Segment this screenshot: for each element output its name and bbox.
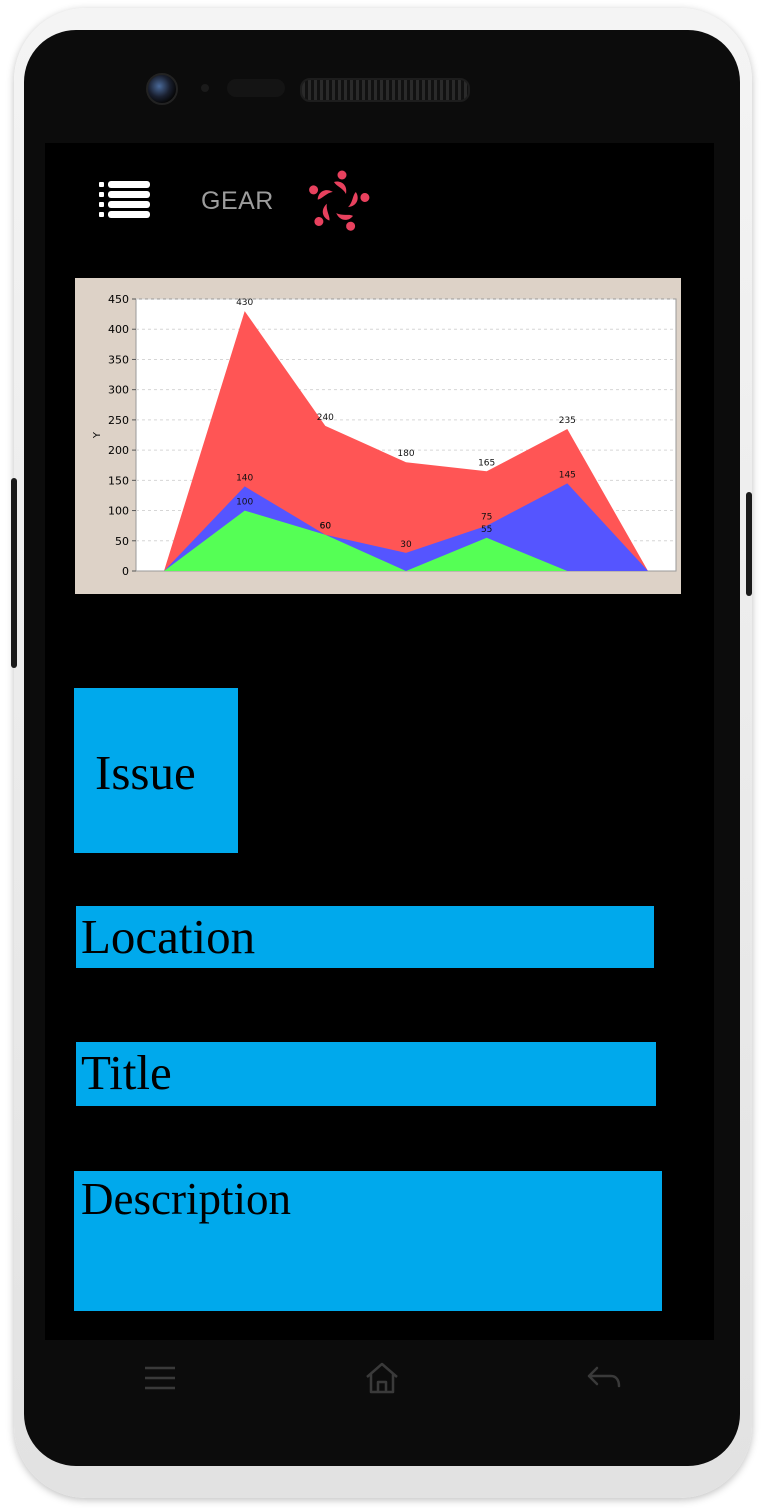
description-field[interactable]: Description — [74, 1171, 662, 1311]
power-button — [746, 492, 752, 596]
title-field[interactable]: Title — [76, 1042, 656, 1106]
area-chart-svg: 0 50 100 150 200 250 300 350 400 450 Y 430 240 180 165… — [92, 293, 677, 578]
y-tick-label: 300 — [108, 384, 129, 397]
data-label: 140 — [236, 473, 253, 483]
y-tick-label: 250 — [108, 414, 129, 427]
app-screen: GEAR 0 50 100 150 200 250 300 350 400 45… — [45, 143, 714, 1340]
data-label: 60 — [320, 522, 332, 532]
data-label: 430 — [236, 298, 253, 308]
y-tick-label: 150 — [108, 474, 129, 487]
data-label: 145 — [559, 470, 576, 480]
description-label: Description — [81, 1174, 291, 1224]
location-field[interactable]: Location — [76, 906, 654, 968]
y-tick-label: 0 — [122, 565, 129, 578]
issue-label: Issue — [95, 745, 196, 800]
data-label: 75 — [481, 513, 492, 523]
data-label: 100 — [236, 498, 253, 508]
light-sensor — [227, 79, 285, 97]
proximity-sensor — [201, 84, 209, 92]
y-axis-label: Y — [92, 431, 103, 439]
title-label: Title — [81, 1045, 172, 1100]
front-camera — [146, 73, 178, 105]
volume-button — [11, 478, 17, 668]
y-tick-label: 100 — [108, 505, 129, 518]
y-tick-label: 400 — [108, 323, 129, 336]
data-label: 30 — [400, 540, 412, 550]
pinwheel-people-logo — [303, 167, 373, 237]
data-label: 55 — [481, 525, 492, 535]
app-title: GEAR — [201, 187, 274, 215]
issue-field[interactable]: Issue — [74, 688, 238, 853]
data-label: 180 — [397, 449, 414, 459]
data-label: 240 — [317, 413, 334, 423]
data-label: 165 — [478, 458, 495, 468]
hamburger-icon[interactable] — [141, 1360, 179, 1396]
back-arrow-icon[interactable] — [585, 1360, 623, 1396]
area-chart: 0 50 100 150 200 250 300 350 400 450 Y 430 240 180 165… — [75, 278, 681, 594]
home-icon[interactable] — [363, 1360, 401, 1396]
data-label: 235 — [559, 416, 576, 426]
y-tick-label: 50 — [115, 535, 129, 548]
y-tick-label: 450 — [108, 293, 129, 306]
y-tick-label: 200 — [108, 444, 129, 457]
list-menu-icon[interactable] — [99, 180, 153, 222]
y-tick-label: 350 — [108, 353, 129, 366]
earpiece-speaker — [300, 78, 470, 102]
location-label: Location — [81, 909, 256, 964]
